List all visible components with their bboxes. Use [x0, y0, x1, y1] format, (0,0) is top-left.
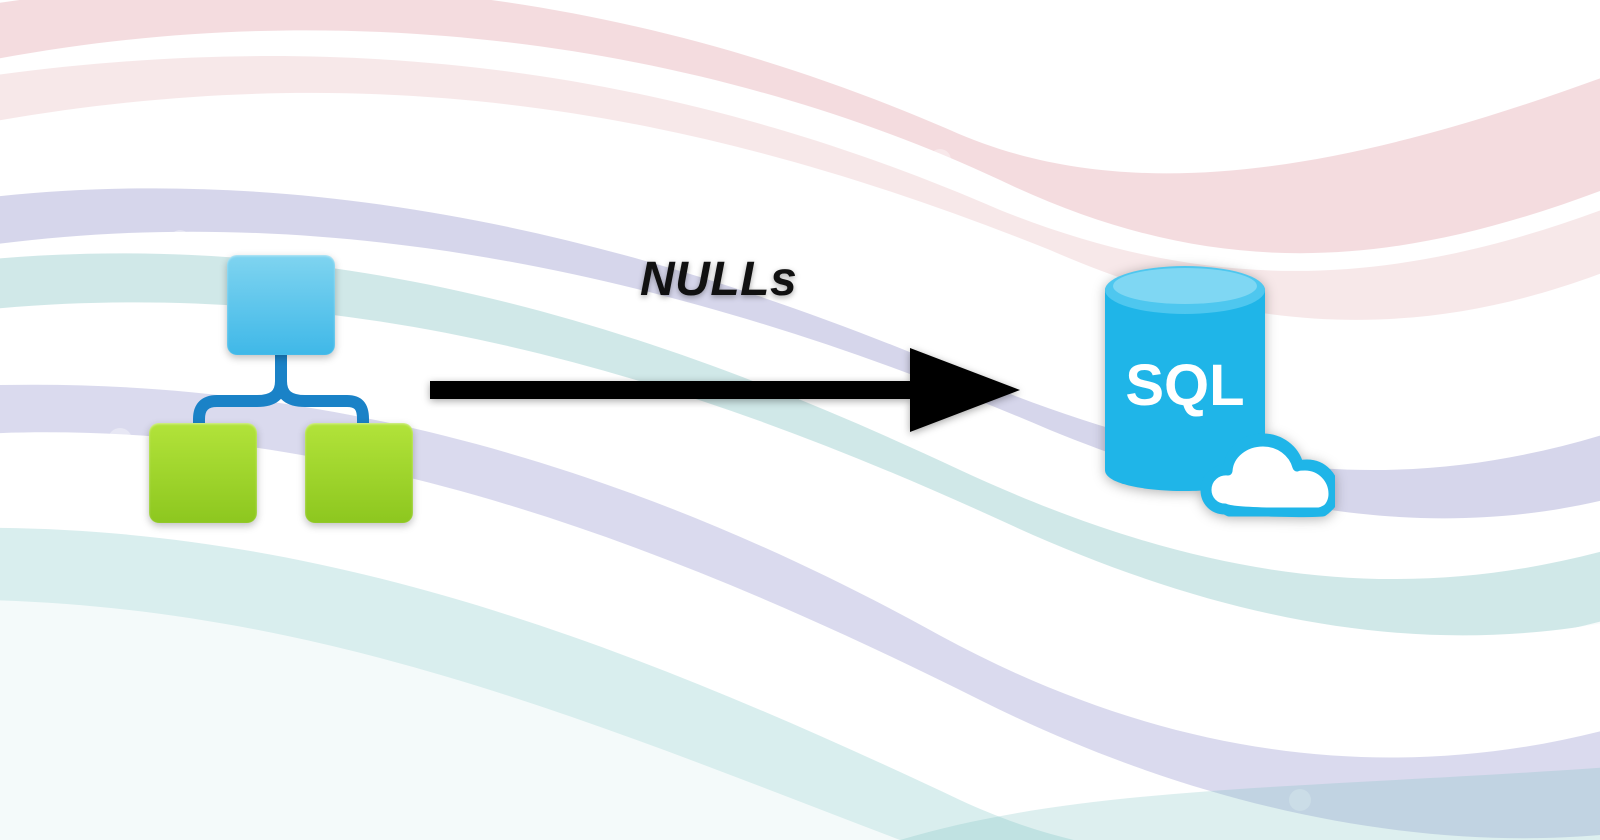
logic-app-flow-icon — [145, 255, 425, 535]
arrow-right-icon — [420, 340, 1020, 440]
flow-left-box-icon — [149, 423, 257, 523]
diagram-container: NULLs SQL — [0, 0, 1600, 840]
flow-top-box-icon — [227, 255, 335, 355]
arrow-label: NULLs — [640, 252, 797, 307]
flow-right-box-icon — [305, 423, 413, 523]
sql-text: SQL — [1125, 353, 1244, 418]
sql-database-cloud-icon: SQL — [1075, 250, 1335, 550]
